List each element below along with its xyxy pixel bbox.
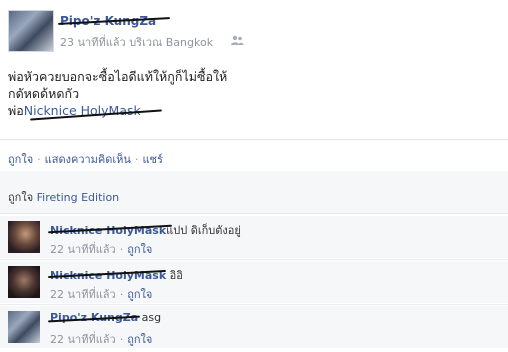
comment-item: Nicknice HolyMaskแปป ดิเก็บตังอยู่ 22 นา… [0, 216, 508, 258]
post-header: Pipo'z KungZa 23 นาทีที่แล้ว บริเวณ Bang… [0, 0, 508, 62]
comment-timestamp[interactable]: 22 นาทีที่แล้ว [50, 288, 116, 301]
likes-prefix: ถูกใจ [8, 191, 34, 204]
comment-meta: 22 นาทีที่แล้ว · ถูกใจ [50, 240, 152, 258]
likes-summary: ถูกใจ Fireting Edition [0, 171, 508, 213]
divider [0, 139, 508, 140]
likes-text: ถูกใจ Fireting Edition [8, 188, 119, 206]
post-message-line: พ่อหัวควยบอกจะซื้อไอดีแท้ให้กูก็ไม่ซื้อใ… [8, 69, 228, 84]
comment-timestamp[interactable]: 22 นาทีที่แล้ว [50, 333, 116, 346]
like-button[interactable]: ถูกใจ [8, 153, 33, 166]
message-prefix: พ่อ [8, 103, 24, 118]
separator-dot: · [119, 243, 124, 256]
comment-like-button[interactable]: ถูกใจ [127, 288, 152, 301]
post-actions: ถูกใจ · แสดงความคิดเห็น · แชร์ [8, 150, 163, 168]
commenter-avatar[interactable] [8, 311, 40, 343]
comment-like-button[interactable]: ถูกใจ [127, 243, 152, 256]
comment-meta: 22 นาทีที่แล้ว · ถูกใจ [50, 285, 152, 303]
separator-dot: · [134, 153, 139, 166]
commenter-avatar[interactable] [8, 221, 40, 253]
divider [0, 259, 508, 260]
post-meta: 23 นาทีที่แล้ว บริเวณ Bangkok [60, 33, 213, 51]
comment-button[interactable]: แสดงความคิดเห็น [45, 153, 131, 166]
author-avatar[interactable] [8, 10, 54, 52]
comment-item: Pipo'z KungZa asg 22 นาทีที่แล้ว·ถูกใจ [0, 306, 508, 348]
share-button[interactable]: แชร์ [142, 153, 162, 166]
post-message-line: กดัหดด้หดกัว [8, 86, 80, 101]
friends-icon[interactable] [230, 35, 244, 45]
divider [0, 213, 508, 214]
post-timestamp[interactable]: 23 นาทีที่แล้ว [60, 36, 126, 49]
separator-dot: · [119, 333, 124, 346]
divider [0, 304, 508, 305]
comment-text: แปป ดิเก็บตังอยู่ [166, 224, 241, 237]
comment-like-button[interactable]: ถูกใจ [127, 333, 152, 346]
comment-meta: 22 นาทีที่แล้ว · ถูกใจ [50, 330, 152, 348]
location-prefix: บริเวณ [129, 36, 163, 49]
post-message: พ่อหัวควยบอกจะซื้อไอดีแท้ให้กูก็ไม่ซื้อใ… [8, 68, 498, 119]
liker-name-link[interactable]: Fireting Edition [37, 191, 120, 204]
separator-dot: · [37, 153, 41, 166]
comment-text: asg [141, 311, 162, 324]
commenter-avatar[interactable] [8, 266, 40, 298]
comment-timestamp[interactable]: 22 นาทีที่แล้ว [50, 243, 116, 256]
separator-dot: · [119, 288, 124, 301]
comment-text: อิอิ [169, 269, 183, 282]
comment-item: Nicknice HolyMask อิอิ 22 นาทีที่แล้ว · ถู… [0, 261, 508, 303]
post-location[interactable]: Bangkok [166, 36, 213, 49]
